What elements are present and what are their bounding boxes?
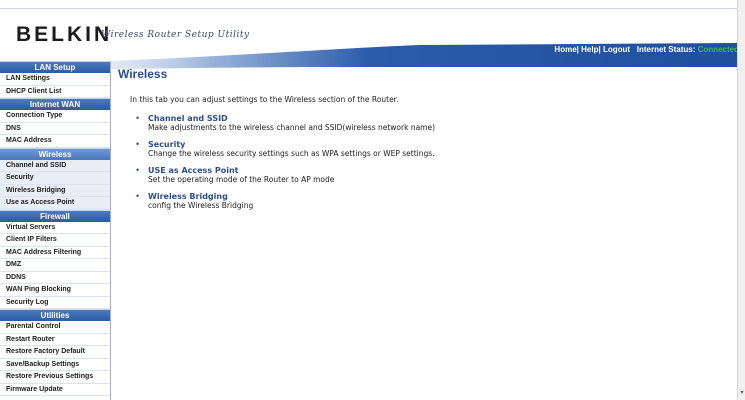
option-title-link[interactable]: Wireless Bridging (148, 192, 728, 201)
sidebar-item-lan-settings[interactable]: LAN Settings (0, 73, 110, 86)
internet-status-label: Internet Status: (636, 45, 696, 54)
option-channel-and-ssid: • Channel and SSID Make adjustments to t… (136, 113, 728, 132)
sidebar-section-utilities[interactable]: Utilities (0, 309, 110, 321)
scroll-down-arrow-icon[interactable]: ▾ (739, 390, 745, 396)
sidebar-item-save-backup-settings[interactable]: Save/Backup Settings (0, 359, 110, 371)
sidebar-item-dmz[interactable]: DMZ (0, 259, 110, 272)
main-content: Wireless In this tab you can adjust sett… (118, 65, 728, 218)
bullet-icon: • (136, 165, 140, 175)
option-title-link[interactable]: Security (148, 140, 728, 149)
sidebar-item-ddns[interactable]: DDNS (0, 272, 110, 284)
option-wireless-bridging: • Wireless Bridging config the Wireless … (136, 191, 728, 210)
sidebar-item-virtual-servers[interactable]: Virtual Servers (0, 222, 110, 234)
bullet-icon: • (136, 139, 140, 149)
sidebar-item-use-as-access-point[interactable]: Use as Access Point (0, 197, 110, 210)
sidebar-item-mac-address-filtering[interactable]: MAC Address Filtering (0, 247, 110, 259)
option-security: • Security Change the wireless security … (136, 139, 728, 158)
option-title-link[interactable]: USE as Access Point (148, 166, 728, 175)
home-link[interactable]: Home (554, 45, 576, 54)
option-description: config the Wireless Bridging (148, 201, 254, 210)
sidebar-item-connection-type[interactable]: Connection Type (0, 110, 110, 123)
page-title: Wireless (118, 67, 168, 81)
help-link[interactable]: Help (581, 45, 598, 54)
option-description: Set the operating mode of the Router to … (148, 175, 335, 184)
bullet-icon: • (136, 113, 140, 123)
option-title-link[interactable]: Channel and SSID (148, 114, 728, 123)
sidebar-item-firmware-update[interactable]: Firmware Update (0, 384, 110, 396)
window-top-border (0, 0, 745, 9)
sidebar-item-parental-control[interactable]: Parental Control (0, 321, 110, 334)
sidebar-item-wireless-bridging[interactable]: Wireless Bridging (0, 184, 110, 197)
internet-status-value: Connected (697, 45, 739, 54)
sidebar-item-dhcp-client-list[interactable]: DHCP Client List (0, 86, 110, 98)
option-use-as-access-point: • USE as Access Point Set the operating … (136, 165, 728, 184)
sidebar-section-internet-wan[interactable]: Internet WAN (0, 98, 110, 110)
sidebar-item-security[interactable]: Security (0, 172, 110, 185)
separator: | (576, 45, 579, 54)
logout-link[interactable]: Logout (603, 45, 630, 54)
wireless-options-list: • Channel and SSID Make adjustments to t… (118, 113, 728, 210)
separator: | (598, 45, 601, 54)
sidebar-section-firewall[interactable]: Firewall (0, 209, 110, 222)
sidebar-item-client-ip-filters[interactable]: Client IP Filters (0, 234, 110, 247)
sidebar-item-mac-address[interactable]: MAC Address (0, 135, 110, 148)
sidebar-item-wan-ping-blocking[interactable]: WAN Ping Blocking (0, 284, 110, 297)
sidebar-item-security-log[interactable]: Security Log (0, 297, 110, 309)
option-description: Change the wireless security settings su… (148, 149, 435, 158)
sidebar-item-restart-router[interactable]: Restart Router (0, 334, 110, 346)
sidebar-item-dns[interactable]: DNS (0, 123, 110, 135)
vertical-scrollbar[interactable]: ▾ (737, 0, 745, 400)
sidebar-section-lan-setup[interactable]: LAN Setup (0, 61, 110, 73)
topbar-links: Home| Help| Logout Internet Status: Conn… (554, 45, 739, 54)
sidebar-nav: LAN Setup LAN Settings DHCP Client List … (0, 61, 111, 400)
sidebar-item-restore-previous-settings[interactable]: Restore Previous Settings (0, 371, 110, 384)
option-description: Make adjustments to the wireless channel… (148, 123, 436, 132)
sidebar-item-restore-factory-default[interactable]: Restore Factory Default (0, 346, 110, 359)
sidebar-item-channel-and-ssid[interactable]: Channel and SSID (0, 159, 110, 172)
sidebar-section-wireless[interactable]: Wireless (0, 147, 110, 160)
intro-text: In this tab you can adjust settings to t… (130, 95, 399, 104)
bullet-icon: • (136, 191, 140, 201)
